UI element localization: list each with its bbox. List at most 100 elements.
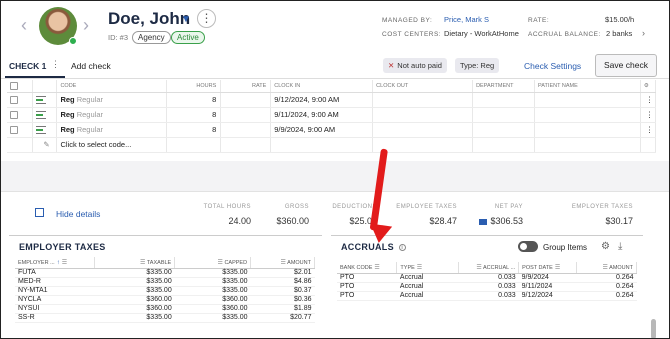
clock-out-cell[interactable]	[372, 107, 474, 123]
clock-out-cell[interactable]	[372, 92, 474, 108]
table-row[interactable]: Reg Regular 8 9/12/2024, 9:00 AM ⋮	[7, 92, 657, 108]
download-icon[interactable]: ⤓	[618, 241, 622, 252]
icon-column-header	[32, 80, 58, 93]
cost-centers-value: Dietary - WorkAtHome	[444, 29, 519, 38]
rate-cell[interactable]	[220, 92, 272, 108]
amount-value: $0.36	[250, 295, 315, 305]
row-menu-icon[interactable]: ⋮	[640, 122, 657, 138]
hide-details-link[interactable]: Hide details	[56, 209, 100, 219]
section-divider	[1, 161, 669, 191]
filter-icon[interactable]: ☰	[140, 260, 145, 266]
column-header-post-date[interactable]: POST DATE ☰	[518, 262, 578, 274]
add-check-button[interactable]: Add check	[71, 61, 111, 71]
table-settings-gear-icon[interactable]: ⚙	[640, 80, 657, 93]
department-cell[interactable]	[472, 122, 536, 138]
column-header-employer[interactable]: EMPLOYER ... ↑ ☰	[15, 257, 96, 269]
column-header-department[interactable]: DEPARTMENT	[472, 80, 536, 93]
filter-icon[interactable]: ☰	[281, 260, 286, 266]
patient-name-cell[interactable]	[534, 107, 641, 123]
scrollbar[interactable]	[651, 319, 656, 338]
tab-options-icon[interactable]: ⋮	[51, 59, 60, 70]
caret-down-icon[interactable]: ▼	[181, 14, 191, 25]
more-options-icon[interactable]: ⋮	[197, 9, 216, 28]
badge-active: Active	[171, 31, 205, 44]
column-header-code[interactable]: CODE	[56, 80, 168, 93]
table-row[interactable]: Reg Regular 8 9/11/2024, 9:00 AM ⋮	[7, 107, 657, 123]
column-header-amount[interactable]: ☰ AMOUNT	[576, 262, 637, 274]
department-cell[interactable]	[472, 107, 536, 123]
patient-name-cell[interactable]	[534, 92, 641, 108]
filter-icon[interactable]: ☰	[218, 260, 223, 266]
row-checkbox[interactable]	[10, 96, 18, 104]
patient-name-cell[interactable]	[534, 122, 641, 138]
close-icon[interactable]: ✕	[388, 61, 394, 70]
new-code-input[interactable]: Click to select code...	[56, 137, 168, 153]
net-pay-label: NET PAY	[494, 204, 523, 210]
info-icon[interactable]: i	[398, 244, 406, 252]
column-header-taxable[interactable]: ☰ TAXABLE	[94, 257, 176, 269]
hours-cell[interactable]: 8	[166, 122, 222, 138]
pay-lines-table: CODE HOURS RATE CLOCK IN CLOCK OUT DEPAR…	[7, 80, 657, 153]
column-header-bank-code[interactable]: BANK CODE ☰	[337, 262, 398, 274]
chip-type[interactable]: Type: Reg	[455, 58, 500, 73]
select-all-cell[interactable]	[7, 80, 34, 93]
row-checkbox[interactable]	[10, 126, 18, 134]
code-cell[interactable]: Reg Regular	[56, 92, 168, 108]
new-row[interactable]: ✎ Click to select code...	[7, 137, 657, 153]
filter-icon[interactable]: ☰	[62, 260, 67, 266]
row-menu-icon[interactable]: ⋮	[640, 107, 657, 123]
chevron-right-icon[interactable]: ›	[83, 15, 89, 36]
check-summary: Hide details TOTAL HOURS 24.00 GROSS $36…	[1, 191, 669, 233]
code-cell[interactable]: Reg Regular	[56, 107, 168, 123]
tab-check-1[interactable]: CHECK 1	[9, 61, 46, 71]
filter-icon[interactable]: ☰	[374, 265, 379, 271]
column-header-clock-out[interactable]: CLOCK OUT	[372, 80, 474, 93]
check-settings-link[interactable]: Check Settings	[524, 61, 581, 71]
sort-up-icon[interactable]: ↑	[57, 260, 60, 266]
collapse-icon[interactable]	[35, 208, 44, 217]
chevron-left-icon[interactable]: ‹	[21, 15, 27, 36]
clock-in-cell[interactable]: 9/11/2024, 9:00 AM	[270, 107, 374, 123]
net-pay-icon	[479, 218, 488, 225]
column-header-type[interactable]: TYPE ☰	[396, 262, 460, 274]
chip-not-auto-paid[interactable]: ✕ Not auto paid	[383, 58, 447, 73]
table-row: PTO Accrual 0.033 9/12/2024 0.264	[337, 291, 637, 301]
save-check-button[interactable]: Save check	[595, 54, 657, 77]
employee-taxes-value: $28.47	[429, 216, 457, 226]
capped-value: $335.00	[174, 286, 251, 296]
chevron-right-icon[interactable]: ›	[642, 28, 645, 38]
filter-icon[interactable]: ☰	[603, 265, 608, 271]
filter-icon[interactable]: ☰	[555, 265, 560, 271]
row-menu-icon[interactable]: ⋮	[640, 92, 657, 108]
column-header-capped[interactable]: ☰ CAPPED	[174, 257, 252, 269]
filter-icon[interactable]: ☰	[476, 265, 481, 271]
gear-icon[interactable]: ⚙	[601, 241, 610, 252]
column-header-hours[interactable]: HOURS	[166, 80, 222, 93]
rate-cell[interactable]	[220, 107, 272, 123]
column-header-amount[interactable]: ☰ AMOUNT	[250, 257, 315, 269]
select-all-checkbox[interactable]	[10, 81, 18, 90]
header-label: EMPLOYER ...	[18, 259, 55, 266]
hours-cell[interactable]: 8	[166, 107, 222, 123]
capped-value: $335.00	[174, 313, 251, 323]
column-header-patient-name[interactable]: PATIENT NAME	[534, 80, 641, 93]
rate-cell[interactable]	[220, 122, 272, 138]
hours-cell[interactable]: 8	[166, 92, 222, 108]
clock-in-cell[interactable]: 9/12/2024, 9:00 AM	[270, 92, 374, 108]
column-header-accrual[interactable]: ☰ ACCRUAL ...	[458, 262, 520, 274]
clock-out-cell[interactable]	[372, 122, 474, 138]
tax-name: SS-R	[15, 313, 95, 323]
column-header-rate[interactable]: RATE	[220, 80, 272, 93]
taxable-value: $335.00	[94, 268, 175, 278]
clock-in-cell[interactable]: 9/9/2024, 9:00 AM	[270, 122, 374, 138]
code-type: Regular	[76, 125, 103, 134]
pay-line-icon	[36, 111, 47, 119]
table-row[interactable]: Reg Regular 8 9/9/2024, 9:00 AM ⋮	[7, 122, 657, 138]
managed-by-link[interactable]: Price, Mark S	[444, 15, 489, 24]
code-cell[interactable]: Reg Regular	[56, 122, 168, 138]
filter-icon[interactable]: ☰	[417, 265, 422, 271]
department-cell[interactable]	[472, 92, 536, 108]
column-header-clock-in[interactable]: CLOCK IN	[270, 80, 374, 93]
row-checkbox[interactable]	[10, 111, 18, 119]
group-items-toggle[interactable]	[518, 241, 538, 252]
